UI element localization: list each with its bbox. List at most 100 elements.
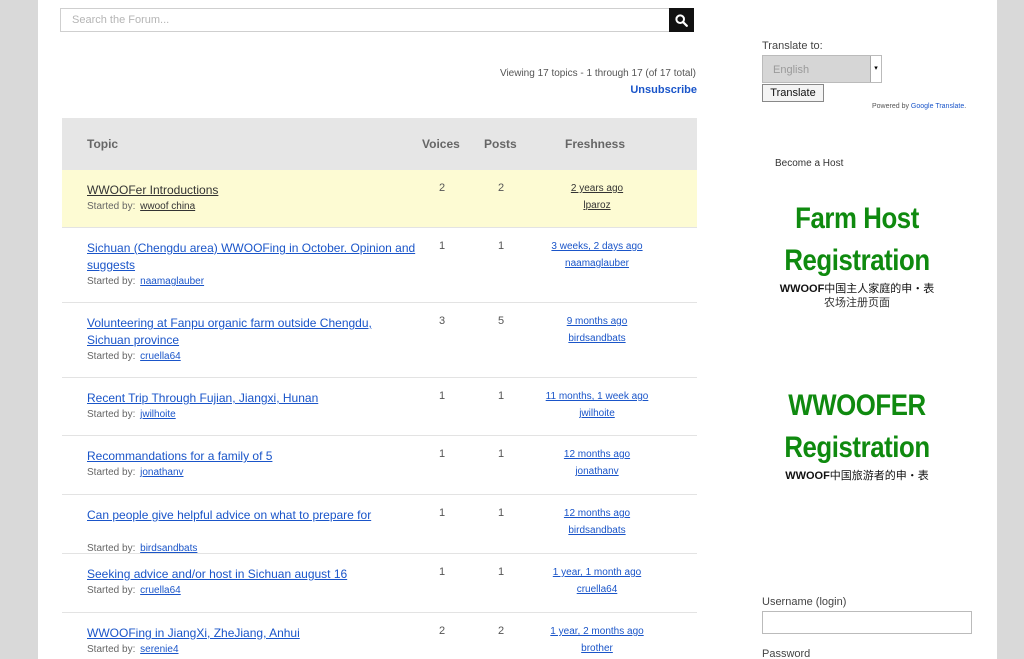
wwoofer-sub-text: 中国旅游者的申・表	[829, 470, 929, 482]
farm-host-line2: Registration	[784, 244, 930, 277]
search-icon	[675, 14, 688, 27]
farm-host-subtitle-2: 农场注册页面	[824, 297, 890, 309]
wwoofer-line1: WWOOFER	[788, 389, 926, 422]
language-value: English	[773, 64, 810, 76]
topic-posts: 1	[497, 448, 505, 460]
farm-host-sub-text: 中国主人家庭的申・表	[824, 283, 935, 295]
translate-label: Translate to:	[762, 40, 823, 52]
freshness-user-link[interactable]: birdsandbats	[532, 525, 662, 536]
starter-user-link[interactable]: naamaglauber	[140, 276, 204, 287]
topic-row: Recent Trip Through Fujian, Jiangxi, Hun…	[62, 378, 697, 436]
farm-host-registration-banner[interactable]: Farm Host Registration WWOOF中国主人家庭的申・表 农…	[762, 198, 952, 310]
language-select[interactable]: English ▾	[762, 55, 882, 83]
google-translate-link[interactable]: Google Translate	[911, 103, 964, 110]
freshness-time-link[interactable]: 12 months ago	[532, 449, 662, 460]
translate-button[interactable]: Translate	[762, 84, 824, 102]
farm-host-sub-brand: WWOOF	[779, 283, 825, 295]
topics-header: Topic Voices Posts Freshness	[62, 118, 697, 170]
farm-host-subtitle: WWOOF中国主人家庭的申・表	[762, 282, 952, 296]
freshness-time-link[interactable]: 2 years ago	[532, 183, 662, 194]
topic-starter: Started by: wwoof china	[87, 201, 195, 212]
topic-row: WWOOFer Introductions Started by: wwoof c…	[62, 170, 697, 228]
topics-table: Topic Voices Posts Freshness WWOOFer Int…	[62, 118, 697, 659]
topic-row: Volunteering at Fanpu organic farm outsi…	[62, 303, 697, 378]
freshness-time-link[interactable]: 9 months ago	[532, 316, 662, 327]
wwoofer-subtitle: WWOOF中国旅游者的申・表	[762, 469, 952, 483]
search-button[interactable]	[669, 8, 694, 32]
topic-row: Seeking advice and/or host in Sichuan au…	[62, 554, 697, 613]
freshness-user-link[interactable]: brother	[532, 643, 662, 654]
topic-row: Recommandations for a family of 5 Started…	[62, 436, 697, 495]
freshness-time-link[interactable]: 11 months, 1 week ago	[532, 391, 662, 402]
starter-user-link[interactable]: wwoof china	[140, 201, 195, 212]
topic-title-link[interactable]: Recommandations for a family of 5	[87, 448, 417, 465]
freshness-user-link[interactable]: jwilhoite	[532, 408, 662, 419]
starter-user-link[interactable]: jwilhoite	[140, 409, 176, 420]
username-label: Username (login)	[762, 596, 847, 608]
freshness-user-link[interactable]: birdsandbats	[532, 333, 662, 344]
topic-posts: 2	[497, 182, 505, 194]
freshness-user-link[interactable]: naamaglauber	[532, 258, 662, 269]
starter-user-link[interactable]: jonathanv	[140, 467, 183, 478]
started-by-label: Started by:	[87, 201, 136, 212]
starter-user-link[interactable]: cruella64	[140, 351, 181, 362]
wwoofer-sub-brand: WWOOF	[785, 470, 830, 482]
topic-voices: 3	[438, 315, 446, 327]
topic-starter: Started by: cruella64	[87, 351, 181, 362]
topic-row: WWOOFing in JiangXi, ZheJiang, Anhui Star…	[62, 613, 697, 659]
starter-user-link[interactable]: cruella64	[140, 585, 181, 596]
freshness-user-link[interactable]: jonathanv	[532, 466, 662, 477]
started-by-label: Started by:	[87, 276, 136, 287]
wwoofer-registration-banner[interactable]: WWOOFER Registration WWOOF中国旅游者的申・表	[762, 385, 952, 483]
topic-starter: Started by: naamaglauber	[87, 276, 204, 287]
freshness-time-link[interactable]: 12 months ago	[532, 508, 662, 519]
started-by-label: Started by:	[87, 585, 136, 596]
topic-posts: 2	[497, 625, 505, 637]
topic-starter: Started by: birdsandbats	[87, 543, 197, 554]
topic-voices: 1	[438, 390, 446, 402]
powered-by: Powered by Google Translate.	[872, 103, 966, 110]
topic-starter: Started by: serenie4	[87, 644, 179, 655]
freshness-time-link[interactable]: 1 year, 1 month ago	[532, 567, 662, 578]
topic-voices: 1	[438, 566, 446, 578]
topic-title-link[interactable]: Seeking advice and/or host in Sichuan au…	[87, 566, 417, 583]
started-by-label: Started by:	[87, 543, 136, 554]
topic-title-link[interactable]: WWOOFer Introductions	[87, 182, 417, 199]
freshness-time-link[interactable]: 1 year, 2 months ago	[532, 626, 662, 637]
username-field[interactable]	[762, 611, 972, 634]
header-freshness: Freshness	[565, 137, 626, 151]
topic-title-link[interactable]: Can people give helpful advice on what t…	[87, 507, 417, 524]
dropdown-arrow-icon: ▾	[870, 56, 881, 82]
freshness-user-link[interactable]: lparoz	[532, 200, 662, 211]
topic-title-link[interactable]: Recent Trip Through Fujian, Jiangxi, Hun…	[87, 390, 417, 407]
unsubscribe-link[interactable]: Unsubscribe	[630, 84, 697, 96]
topic-title-link[interactable]: Sichuan (Chengdu area) WWOOFing in Octob…	[87, 240, 417, 274]
sidebar: Translate to: English ▾ Translate Powere…	[762, 0, 992, 659]
farm-host-line1: Farm Host	[795, 202, 919, 235]
search-input[interactable]	[61, 9, 693, 31]
topic-starter: Started by: jwilhoite	[87, 409, 176, 420]
topic-title-link[interactable]: Volunteering at Fanpu organic farm outsi…	[87, 315, 417, 349]
topics-body: WWOOFer Introductions Started by: wwoof c…	[62, 170, 697, 659]
topic-posts: 1	[497, 507, 505, 519]
wwoofer-line2: Registration	[784, 431, 930, 464]
topic-voices: 1	[438, 448, 446, 460]
become-host-label: Become a Host	[775, 158, 844, 169]
started-by-label: Started by:	[87, 351, 136, 362]
freshness-time-link[interactable]: 3 weeks, 2 days ago	[532, 241, 662, 252]
topic-posts: 1	[497, 240, 505, 252]
topic-voices: 2	[438, 625, 446, 637]
topic-starter: Started by: jonathanv	[87, 467, 184, 478]
topic-voices: 1	[438, 240, 446, 252]
header-posts: Posts	[484, 137, 517, 151]
started-by-label: Started by:	[87, 409, 136, 420]
starter-user-link[interactable]: serenie4	[140, 644, 178, 655]
freshness-user-link[interactable]: cruella64	[532, 584, 662, 595]
powered-prefix: Powered by	[872, 103, 909, 110]
started-by-label: Started by:	[87, 644, 136, 655]
password-label: Password	[762, 648, 811, 659]
topic-title-link[interactable]: WWOOFing in JiangXi, ZheJiang, Anhui	[87, 625, 417, 642]
topic-row: Can people give helpful advice on what t…	[62, 495, 697, 554]
starter-user-link[interactable]: birdsandbats	[140, 543, 197, 554]
forum-search-box	[60, 8, 694, 32]
